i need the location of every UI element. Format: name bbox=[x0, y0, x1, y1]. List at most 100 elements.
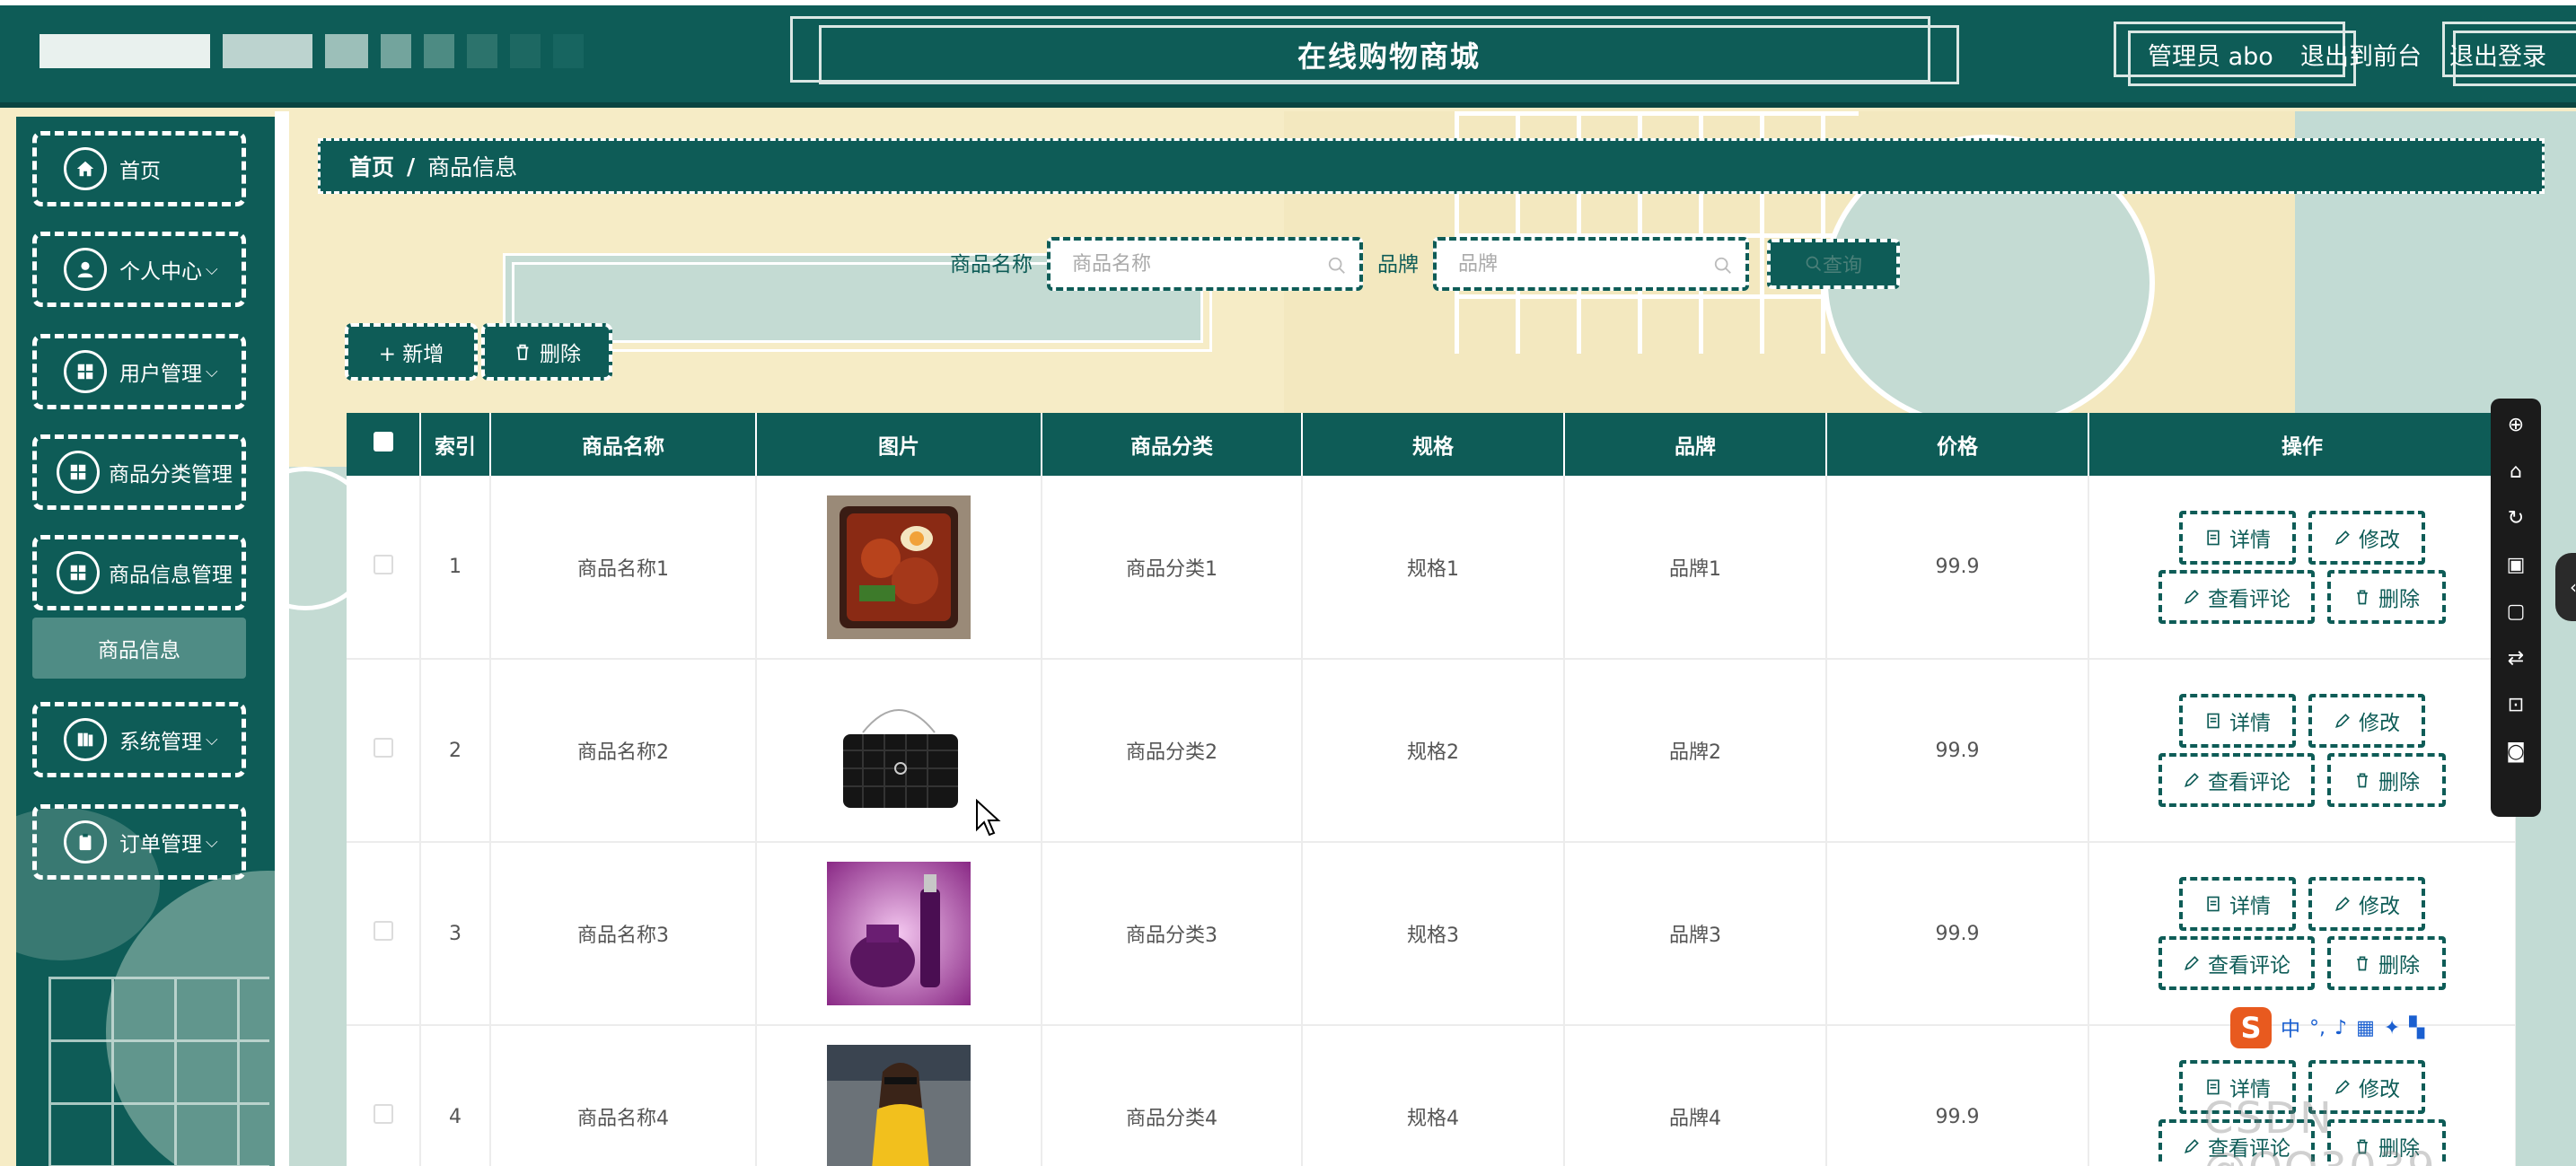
sidebar-item-orders[interactable]: 订单管理 ⌵ bbox=[32, 804, 246, 880]
sidebar-subitem-product-info[interactable]: 商品信息 bbox=[32, 618, 246, 679]
breadcrumb-home[interactable]: 首页 bbox=[349, 150, 394, 182]
pencil-icon bbox=[2335, 530, 2350, 545]
fit-icon[interactable]: ⊡ bbox=[2503, 691, 2528, 718]
sidebar-item-label: 首页 bbox=[119, 160, 161, 183]
video-icon[interactable]: ▣ bbox=[2503, 551, 2528, 578]
row-checkbox[interactable] bbox=[373, 554, 393, 574]
product-name-search[interactable] bbox=[1047, 237, 1363, 291]
flame-icon[interactable]: ⌂ bbox=[2503, 458, 2528, 485]
row-delete-button[interactable]: 删除 bbox=[2327, 753, 2446, 807]
swap-icon[interactable]: ⇄ bbox=[2503, 644, 2528, 671]
ime-punctuation[interactable]: °, bbox=[2309, 1017, 2325, 1039]
logout-link[interactable]: 退出登录 bbox=[2449, 20, 2546, 88]
floating-toolbar: ⊕ ⌂ ↻ ▣ ▢ ⇄ ⊡ ◙ bbox=[2491, 399, 2541, 817]
sidebar-item-product-mgmt[interactable]: 商品信息管理 bbox=[32, 535, 246, 610]
pencil-icon bbox=[2185, 773, 2199, 787]
sogou-logo-icon[interactable]: S bbox=[2230, 1007, 2272, 1048]
document-icon bbox=[2207, 896, 2220, 912]
row-delete-label: 删除 bbox=[2378, 954, 2420, 978]
row-checkbox[interactable] bbox=[373, 1104, 393, 1124]
trash-icon bbox=[516, 344, 529, 361]
ime-language[interactable]: 中 bbox=[2281, 1013, 2300, 1042]
view-reviews-button[interactable]: 查看评论 bbox=[2158, 753, 2315, 807]
column-header: 索引 bbox=[420, 413, 491, 476]
header-logo-bars bbox=[40, 34, 584, 68]
sidebar-item-label: 订单管理 bbox=[119, 833, 202, 856]
row-spec: 规格1 bbox=[1302, 476, 1565, 660]
row-select-cell[interactable] bbox=[347, 659, 421, 843]
mouse-cursor-icon bbox=[976, 799, 1001, 837]
camera-icon[interactable]: ◙ bbox=[2503, 738, 2528, 765]
pencil-icon bbox=[2185, 956, 2199, 970]
row-checkbox[interactable] bbox=[373, 738, 393, 758]
product-image bbox=[827, 862, 971, 1005]
edit-label: 修改 bbox=[2359, 712, 2400, 735]
detail-button[interactable]: 详情 bbox=[2179, 877, 2296, 931]
add-button[interactable]: + 新增 bbox=[345, 323, 478, 381]
sidebar-item-home[interactable]: 首页 bbox=[32, 131, 246, 206]
select-all-header[interactable] bbox=[347, 413, 421, 476]
keyboard-icon[interactable]: ▦ bbox=[2356, 1017, 2375, 1039]
row-price: 99.9 bbox=[1826, 842, 2089, 1026]
search-icon bbox=[1328, 257, 1345, 274]
edit-label: 修改 bbox=[2359, 528, 2400, 552]
site-title: 在线购物商城 bbox=[1297, 39, 1481, 74]
pencil-icon bbox=[2335, 897, 2350, 911]
grid-icon bbox=[57, 551, 100, 594]
clipboard-icon bbox=[64, 820, 107, 864]
apps-icon[interactable]: ▚ bbox=[2409, 1017, 2424, 1039]
brand-search[interactable] bbox=[1433, 237, 1749, 291]
row-delete-label: 删除 bbox=[2378, 587, 2420, 611]
sidebar-item-profile[interactable]: 个人中心 ⌵ bbox=[32, 232, 246, 307]
trash-icon bbox=[2357, 956, 2368, 971]
query-button[interactable]: 查询 bbox=[1767, 239, 1900, 289]
batch-delete-label: 删除 bbox=[540, 343, 581, 366]
edit-button[interactable]: 修改 bbox=[2308, 510, 2425, 565]
row-select-cell[interactable] bbox=[347, 476, 421, 660]
view-reviews-button[interactable]: 查看评论 bbox=[2158, 936, 2315, 990]
row-category: 商品分类4 bbox=[1042, 1025, 1303, 1166]
edit-button[interactable]: 修改 bbox=[2308, 694, 2425, 748]
admin-username: 管理员 abo bbox=[2148, 42, 2273, 71]
row-index: 3 bbox=[420, 842, 491, 1026]
row-price: 99.9 bbox=[1826, 476, 2089, 660]
detail-button[interactable]: 详情 bbox=[2179, 694, 2296, 748]
row-select-cell[interactable] bbox=[347, 842, 421, 1026]
row-select-cell[interactable] bbox=[347, 1025, 421, 1166]
row-checkbox[interactable] bbox=[373, 921, 393, 941]
sidebar-item-category-mgmt[interactable]: 商品分类管理 bbox=[32, 434, 246, 510]
sidebar-deco-grid bbox=[48, 977, 269, 1166]
select-all-checkbox[interactable] bbox=[373, 432, 393, 451]
sidebar-item-users[interactable]: 用户管理 ⌵ bbox=[32, 334, 246, 409]
exit-to-frontend-link[interactable]: 退出到前台 bbox=[2300, 20, 2422, 88]
table-row: 3 商品名称3 商品分类3 规格3 品牌3 99.9 详情 修改 查看评论 删除 bbox=[347, 842, 2516, 1026]
view-reviews-button[interactable]: 查看评论 bbox=[2158, 569, 2315, 624]
trash-icon bbox=[2357, 590, 2368, 604]
sidebar-item-system[interactable]: 系统管理 ⌵ bbox=[32, 702, 246, 777]
row-brand: 品牌2 bbox=[1564, 659, 1827, 843]
product-name-input[interactable] bbox=[1072, 252, 1359, 276]
row-spec: 规格2 bbox=[1302, 659, 1565, 843]
user-icon bbox=[64, 248, 107, 291]
table-header-row: 索引 商品名称 图片 商品分类 规格 品牌 价格 操作 bbox=[347, 413, 2516, 476]
column-header: 价格 bbox=[1826, 413, 2089, 476]
microphone-icon[interactable]: ♪ bbox=[2334, 1017, 2347, 1039]
brand-input[interactable] bbox=[1458, 252, 1745, 276]
edit-button[interactable]: 修改 bbox=[2308, 877, 2425, 931]
crop-icon[interactable]: ▢ bbox=[2503, 598, 2528, 625]
row-delete-button[interactable]: 删除 bbox=[2327, 569, 2446, 624]
skin-icon[interactable]: ✦ bbox=[2384, 1017, 2400, 1039]
chevron-down-icon: ⌵ bbox=[206, 362, 218, 381]
zoom-icon[interactable]: ⊕ bbox=[2503, 411, 2528, 438]
top-header: 在线购物商城 管理员 abo 退出到前台 退出登录 bbox=[0, 0, 2576, 108]
product-table: 索引 商品名称 图片 商品分类 规格 品牌 价格 操作 1 商品名称1 商品分类… bbox=[347, 413, 2516, 1166]
trash-icon bbox=[2357, 773, 2368, 788]
table-row: 2 商品名称2 商品分类2 规格2 品牌2 99.9 详情 修改 查看评论 删除 bbox=[347, 659, 2516, 843]
row-ops: 详情 修改 查看评论 删除 bbox=[2088, 476, 2516, 660]
row-delete-button[interactable]: 删除 bbox=[2327, 936, 2446, 990]
detail-button[interactable]: 详情 bbox=[2179, 510, 2296, 565]
row-product-name: 商品名称4 bbox=[490, 1025, 757, 1166]
batch-delete-button[interactable]: 删除 bbox=[481, 323, 612, 381]
collapse-tab-chevron-left-icon[interactable]: ‹ bbox=[2555, 553, 2576, 621]
rotate-icon[interactable]: ↻ bbox=[2503, 504, 2528, 531]
